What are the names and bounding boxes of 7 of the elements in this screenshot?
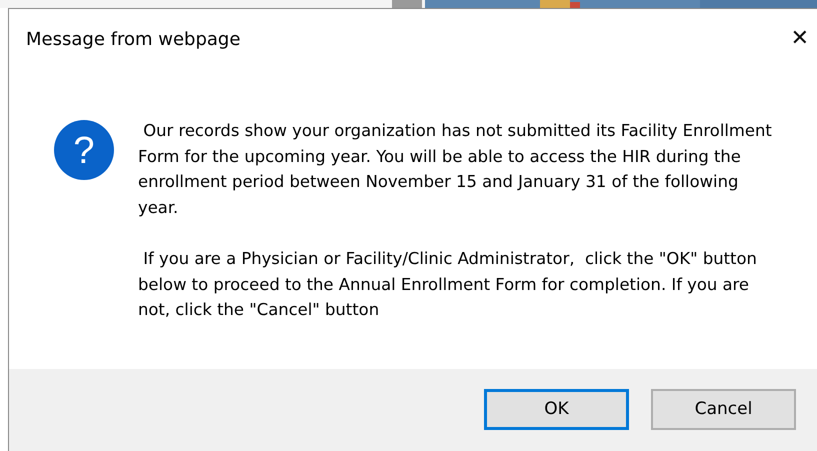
ok-button[interactable]: OK bbox=[484, 389, 629, 430]
window-title: Message from webpage bbox=[26, 28, 240, 52]
question-icon: ? bbox=[53, 119, 115, 181]
message-text: Our records show your organization has not submitted its Facility Enrollment Form for the upcoming year. You will be able to access the HIR during the enrollment period between November 15 and January 31 of the following year. bbox=[138, 120, 773, 219]
close-button[interactable]: ✕ bbox=[782, 24, 817, 54]
message-text: If you are a Physician or Facility/Clinic Administrator, click the "OK" button below to proceed to the Annual Enrollment Form for completion. If you are not, click the "Cancel" button bbox=[138, 248, 758, 322]
cancel-button[interactable]: Cancel bbox=[651, 389, 796, 430]
